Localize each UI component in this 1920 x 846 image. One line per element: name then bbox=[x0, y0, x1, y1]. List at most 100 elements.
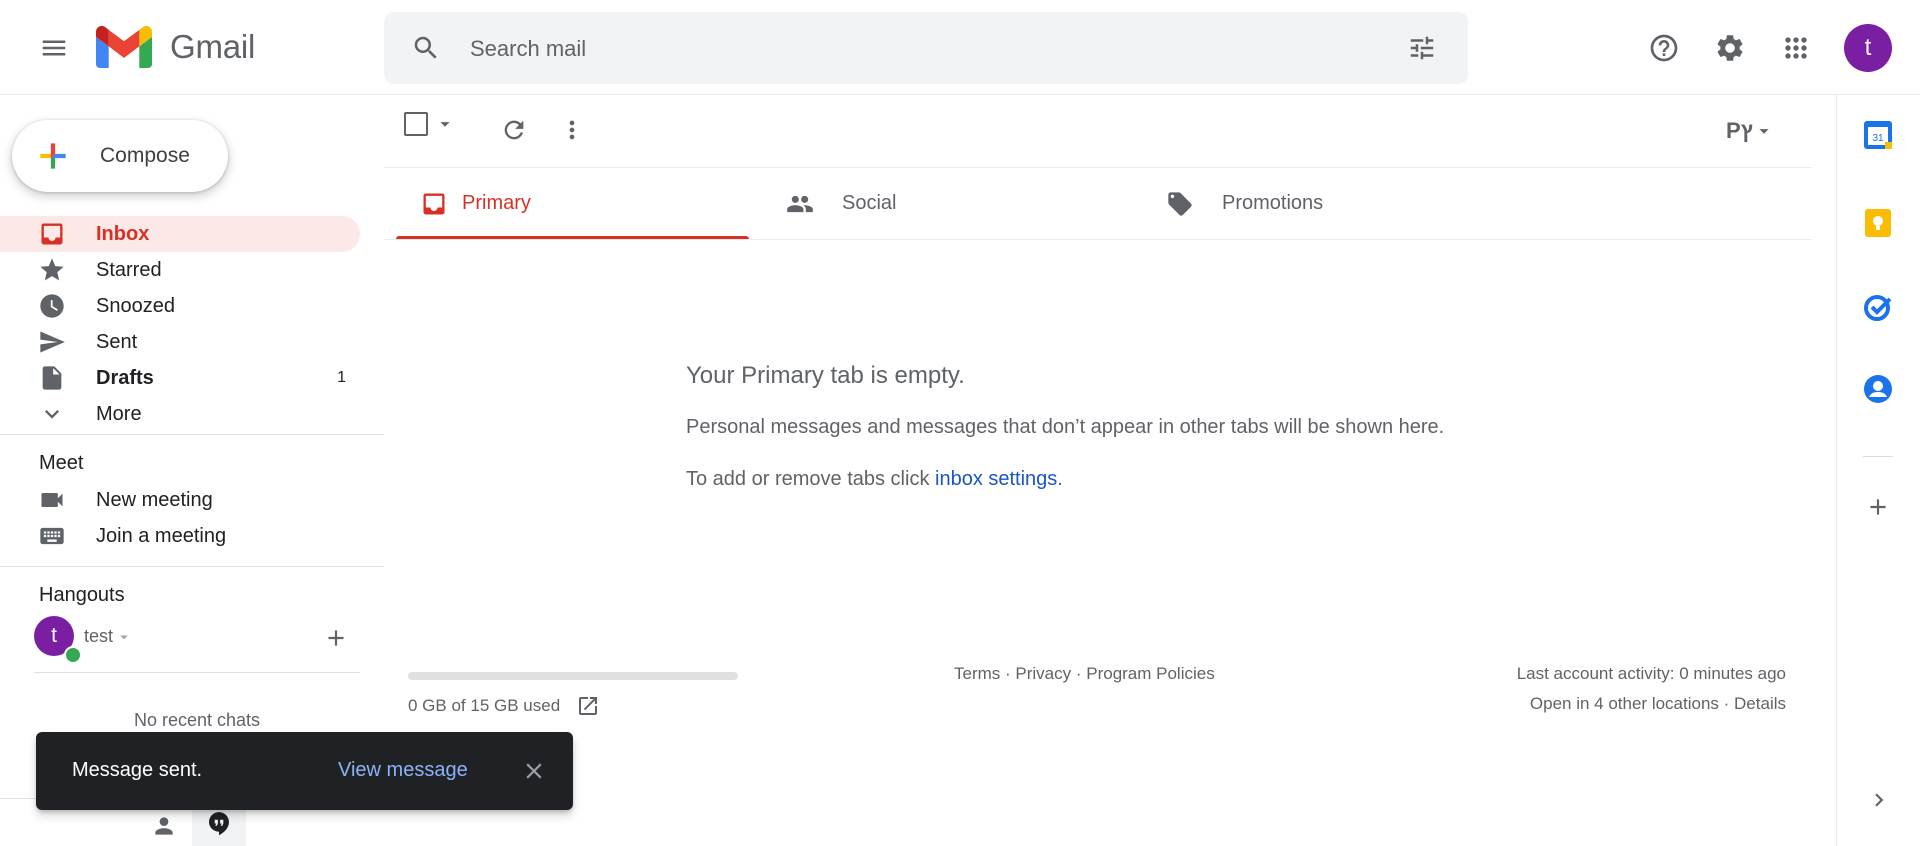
top-bar: Gmail t bbox=[0, 0, 1920, 95]
snackbar: Message sent. View message bbox=[36, 732, 573, 810]
search-bar bbox=[384, 12, 1468, 84]
sidebar-item-label: Inbox bbox=[96, 222, 150, 245]
calendar-app-button[interactable]: 31 bbox=[1855, 112, 1901, 158]
caret-down-icon bbox=[1759, 129, 1769, 134]
sidebar-item-label: Starred bbox=[96, 258, 162, 281]
input-tools-menu[interactable]: Рץ bbox=[1726, 118, 1775, 144]
tab-social[interactable]: Social bbox=[762, 168, 1132, 240]
sidebar-item-more[interactable]: More bbox=[0, 396, 360, 432]
snackbar-close-button[interactable] bbox=[516, 753, 552, 789]
send-icon bbox=[40, 331, 65, 353]
support-button[interactable] bbox=[1640, 24, 1688, 72]
snackbar-message: Message sent. bbox=[72, 759, 203, 781]
settings-button[interactable] bbox=[1706, 24, 1754, 72]
caret-down-icon bbox=[440, 122, 450, 127]
tab-primary[interactable]: Primary bbox=[396, 168, 750, 240]
tag-icon bbox=[1168, 192, 1192, 216]
sidebar-item-label: Sent bbox=[96, 330, 138, 353]
show-side-panel-button[interactable] bbox=[1861, 782, 1897, 818]
calendar-day-number: 31 bbox=[1872, 133, 1884, 144]
storage-info: 0 GB of 15 GB used bbox=[408, 694, 600, 718]
compose-plus-icon bbox=[40, 143, 66, 169]
more-actions-button[interactable] bbox=[552, 110, 592, 150]
details-link[interactable]: Details bbox=[1734, 694, 1786, 713]
gear-icon bbox=[1717, 35, 1743, 61]
separator: · bbox=[1000, 664, 1016, 683]
plus-icon bbox=[328, 630, 344, 646]
empty-state-description: Personal messages and messages that don’… bbox=[686, 416, 1445, 438]
open-in-new-icon bbox=[579, 697, 598, 715]
sidebar-item-snoozed[interactable]: Snoozed bbox=[0, 288, 360, 324]
empty-state-settings-hint: To add or remove tabs click inbox settin… bbox=[686, 468, 1063, 491]
sidebar-item-starred[interactable]: Starred bbox=[0, 252, 360, 288]
sidebar-item-label: More bbox=[96, 402, 142, 425]
chevron-right-icon bbox=[1875, 793, 1884, 807]
program-policies-link[interactable]: Program Policies bbox=[1086, 664, 1215, 683]
help-icon bbox=[1650, 34, 1678, 62]
calendar-icon: 31 bbox=[1864, 121, 1892, 149]
view-message-button[interactable]: View message bbox=[338, 759, 468, 782]
tab-label: Social bbox=[842, 192, 897, 214]
input-tool-label: Рץ bbox=[1726, 118, 1753, 143]
sidebar-item-drafts[interactable]: Drafts 1 bbox=[0, 360, 360, 396]
keep-app-button[interactable] bbox=[1855, 200, 1901, 246]
sidebar-item-join-meeting[interactable]: Join a meeting bbox=[0, 518, 360, 554]
rail-divider bbox=[1863, 456, 1893, 457]
empty-state-title: Your Primary tab is empty. bbox=[686, 362, 965, 389]
star-icon bbox=[40, 258, 64, 281]
get-addons-button[interactable] bbox=[1857, 486, 1899, 528]
account-activity: Last account activity: 0 minutes ago bbox=[1516, 664, 1786, 683]
divider bbox=[34, 672, 360, 673]
sidebar-item-sent[interactable]: Sent bbox=[0, 324, 360, 360]
draft-icon bbox=[42, 366, 62, 390]
storage-text: 0 GB of 15 GB used bbox=[408, 696, 561, 715]
privacy-link[interactable]: Privacy bbox=[1015, 664, 1071, 683]
compose-button[interactable]: Compose bbox=[12, 120, 228, 192]
refresh-icon bbox=[504, 120, 524, 140]
new-conversation-button[interactable] bbox=[318, 620, 354, 656]
hangouts-user: t test bbox=[34, 616, 356, 664]
account-avatar[interactable]: t bbox=[1844, 24, 1892, 72]
hangouts-icon bbox=[209, 812, 229, 836]
gmail-m-icon bbox=[96, 26, 152, 68]
inbox-icon bbox=[423, 193, 445, 215]
tab-promotions[interactable]: Promotions bbox=[1142, 168, 1522, 240]
sidebar-item-new-meeting[interactable]: New meeting bbox=[0, 482, 360, 518]
gmail-logo[interactable]: Gmail bbox=[96, 26, 255, 68]
main-menu-button[interactable] bbox=[30, 24, 78, 72]
close-icon bbox=[526, 763, 542, 779]
terms-link[interactable]: Terms bbox=[954, 664, 1000, 683]
side-panel-rail: 31 bbox=[1836, 94, 1920, 846]
sidebar-item-inbox[interactable]: Inbox bbox=[0, 216, 360, 252]
no-recent-chats: No recent chats bbox=[133, 710, 261, 730]
tune-icon bbox=[1410, 36, 1434, 60]
caret-down-icon bbox=[120, 635, 128, 639]
plus-icon bbox=[1870, 499, 1886, 515]
hangouts-section-title: Hangouts bbox=[39, 584, 125, 606]
video-icon bbox=[41, 493, 63, 507]
gmail-wordmark: Gmail bbox=[170, 28, 256, 65]
inbox-settings-link[interactable]: inbox settings bbox=[935, 468, 1057, 490]
search-input[interactable] bbox=[468, 26, 1352, 72]
contacts-tab-button[interactable] bbox=[142, 806, 186, 846]
settings-hint-suffix: . bbox=[1057, 468, 1063, 490]
drafts-count: 1 bbox=[337, 369, 346, 386]
sidebar-item-label: New meeting bbox=[96, 488, 213, 511]
tasks-app-button[interactable] bbox=[1855, 284, 1901, 330]
manage-storage-button[interactable] bbox=[576, 694, 600, 718]
hangouts-status-menu[interactable]: test bbox=[84, 626, 133, 647]
storage-meter bbox=[408, 672, 738, 680]
select-checkbox-menu[interactable] bbox=[404, 112, 456, 136]
search-options-button[interactable] bbox=[1400, 26, 1444, 70]
inbox-icon bbox=[41, 223, 63, 245]
refresh-button[interactable] bbox=[494, 110, 534, 150]
contacts-app-button[interactable] bbox=[1855, 366, 1901, 412]
chevron-down-icon bbox=[45, 410, 59, 419]
separator: · bbox=[1718, 694, 1735, 713]
sidebar-item-label: Join a meeting bbox=[96, 524, 227, 547]
more-vert-icon bbox=[569, 120, 575, 140]
search-button[interactable] bbox=[404, 26, 448, 70]
sidebar-item-label: Snoozed bbox=[96, 294, 175, 317]
select-all-checkbox[interactable] bbox=[404, 112, 428, 136]
google-apps-button[interactable] bbox=[1772, 24, 1820, 72]
